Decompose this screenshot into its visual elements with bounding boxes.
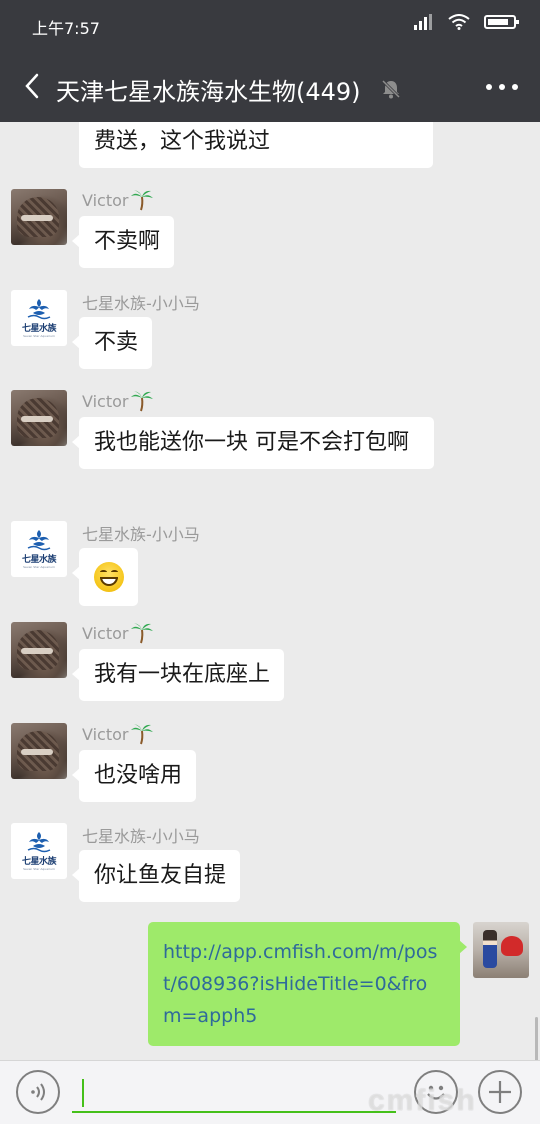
message-text: 不卖啊: [94, 229, 161, 254]
link-message-bubble[interactable]: http://app.cmfish.com/m/post/608936?isHi…: [148, 922, 467, 1046]
more-dots-icon: [486, 84, 492, 90]
battery-icon: [484, 15, 519, 29]
voice-button[interactable]: [16, 1070, 60, 1114]
text-caret: [82, 1079, 84, 1107]
avatar-shop[interactable]: 七星水族 Seven Star Aquarium: [11, 823, 67, 879]
message-text: 我有一块在底座上: [94, 662, 271, 687]
back-button[interactable]: [14, 68, 50, 104]
sender-name: 七星水族-小小马: [82, 525, 200, 544]
plus-button[interactable]: [478, 1070, 522, 1114]
avatar-victor[interactable]: [11, 189, 67, 245]
message-bubble[interactable]: 不卖: [71, 317, 153, 369]
shop-logo-icon: [27, 832, 51, 853]
palm-tree-icon: [131, 391, 154, 412]
plus-icon: [489, 1081, 511, 1103]
link-text[interactable]: http://app.cmfish.com/m/post/608936?isHi…: [163, 941, 437, 1027]
sender-name: 七星水族-小小马: [82, 294, 200, 313]
shop-brand-subtitle: Seven Star Aquarium: [23, 334, 55, 338]
shop-brand: 七星水族: [21, 324, 57, 334]
emoji-button[interactable]: [414, 1070, 458, 1114]
message-text: 费送，这个我说过: [94, 129, 271, 154]
shop-brand-subtitle: Seven Star Aquarium: [23, 565, 55, 569]
voice-icon: [31, 1083, 45, 1101]
sender-name: Victor: [82, 189, 154, 211]
scrollbar[interactable]: [535, 1017, 538, 1060]
message-text: 不卖: [94, 330, 139, 355]
message-bubble[interactable]: 费送，这个我说过: [79, 122, 433, 168]
shop-brand-subtitle: Seven Star Aquarium: [23, 867, 55, 871]
sender-name: Victor: [82, 622, 154, 644]
avatar-victor[interactable]: [11, 622, 67, 678]
palm-tree-icon: [131, 724, 154, 745]
sender-name: Victor: [82, 390, 154, 412]
message-bubble[interactable]: 我有一块在底座上: [71, 649, 285, 701]
shop-logo-icon: [27, 299, 51, 320]
avatar-victor[interactable]: [11, 723, 67, 779]
bell-off-icon: [381, 79, 401, 99]
message-bubble[interactable]: 不卖啊: [71, 216, 175, 268]
more-button[interactable]: [486, 76, 518, 98]
shop-brand: 七星水族: [21, 555, 57, 565]
status-time: 上午7:57: [32, 19, 100, 38]
message-text: 你让鱼友自提: [94, 863, 227, 888]
status-icons: [414, 14, 519, 30]
message-text: 我也能送你一块 可是不会打包啊: [94, 430, 409, 455]
grinning-face-icon: [94, 562, 124, 592]
chat-header: 天津七星水族海水生物(449): [0, 50, 540, 122]
message-list[interactable]: 费送，这个我说过 Victor 不卖啊 七星水族 Seven Star Aqua…: [0, 122, 540, 1060]
message-bubble[interactable]: 你让鱼友自提: [71, 850, 241, 902]
shop-brand: 七星水族: [21, 857, 57, 867]
signal-icon: [414, 14, 434, 30]
message-text: 也没啥用: [94, 763, 183, 788]
message-bubble[interactable]: 我也能送你一块 可是不会打包啊: [72, 417, 434, 469]
message-bubble[interactable]: 也没啥用: [71, 750, 197, 802]
chevron-left-icon: [25, 73, 39, 99]
palm-tree-icon: [131, 623, 154, 644]
avatar-victor[interactable]: [11, 390, 67, 446]
avatar-shop[interactable]: 七星水族 Seven Star Aquarium: [11, 521, 67, 577]
smiley-icon: [427, 1085, 445, 1100]
avatar-shop[interactable]: 七星水族 Seven Star Aquarium: [11, 290, 67, 346]
sender-name: Victor: [82, 723, 154, 745]
status-bar: 上午7:57: [0, 0, 540, 50]
message-input[interactable]: [72, 1073, 396, 1113]
chat-title: 天津七星水族海水生物(449): [56, 78, 361, 106]
sender-name: 七星水族-小小马: [82, 827, 200, 846]
shop-logo-icon: [27, 530, 51, 551]
wifi-icon: [448, 14, 470, 30]
avatar-me[interactable]: [473, 922, 529, 978]
palm-tree-icon: [131, 190, 154, 211]
input-bar: [0, 1060, 540, 1124]
message-bubble[interactable]: [72, 548, 138, 606]
